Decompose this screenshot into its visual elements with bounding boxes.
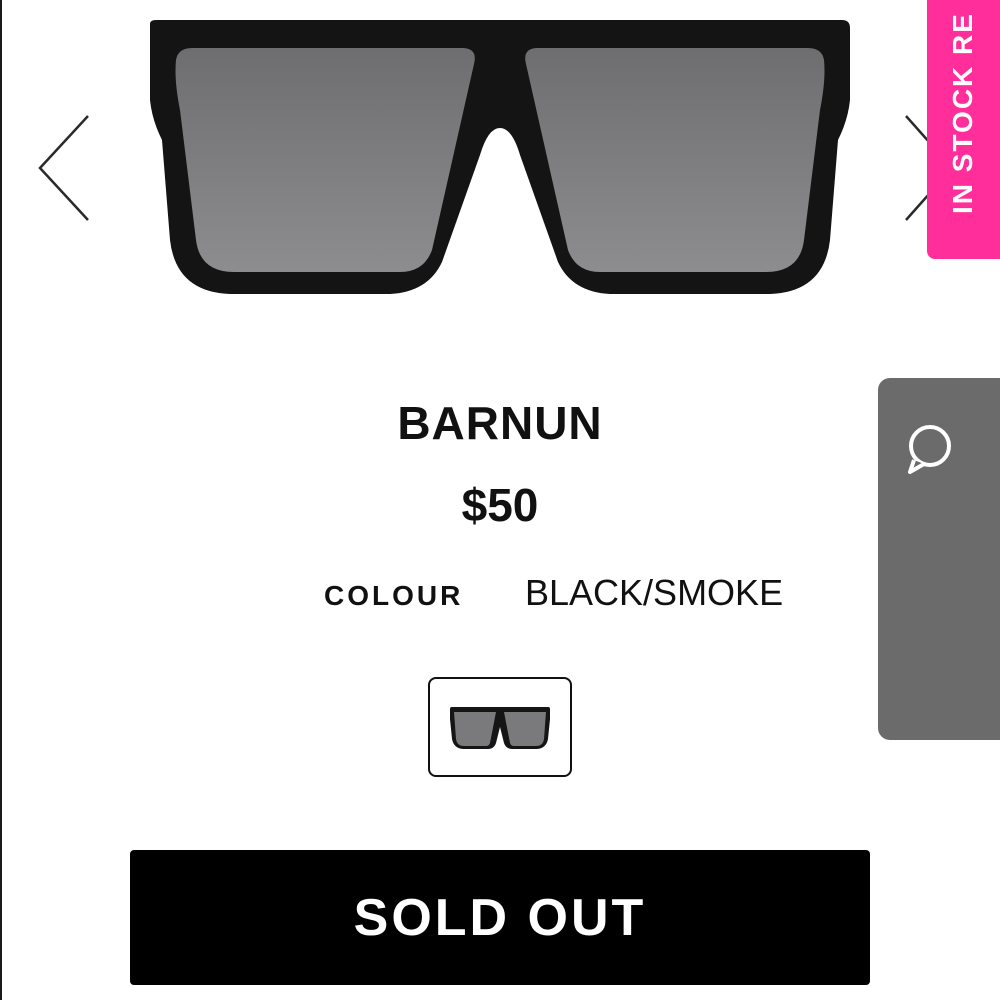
chat-bubble-icon xyxy=(908,425,951,474)
colour-swatch-black-smoke[interactable] xyxy=(428,677,572,777)
left-lens-shape xyxy=(175,48,475,272)
right-lens-shape xyxy=(525,48,825,272)
gallery-prev-button[interactable] xyxy=(28,108,98,228)
product-page: IN STOCK RE Live Chat BARNUN $50 COLOUR … xyxy=(0,0,1000,1000)
swatch-sunglasses-thumbnail xyxy=(450,707,550,749)
sold-out-button[interactable]: SOLD OUT xyxy=(130,850,870,985)
product-hero-image xyxy=(0,0,1000,330)
live-chat-label: Live Chat xyxy=(36,526,85,712)
product-title: BARNUN xyxy=(397,397,603,449)
back-in-stock-tab[interactable]: IN STOCK RE xyxy=(927,0,1000,259)
colour-label: COLOUR xyxy=(324,580,464,611)
sunglasses-image xyxy=(150,20,850,294)
chevron-left-icon xyxy=(38,115,89,221)
product-price: $50 xyxy=(461,479,539,531)
colour-value: BLACK/SMOKE xyxy=(525,572,784,613)
back-in-stock-label: IN STOCK RE xyxy=(946,12,978,214)
